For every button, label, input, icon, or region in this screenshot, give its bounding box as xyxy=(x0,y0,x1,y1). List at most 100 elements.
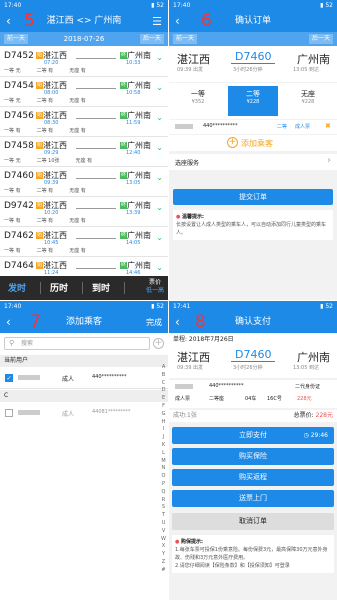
done-button[interactable]: 完成 xyxy=(146,312,162,333)
menu-icon[interactable]: ☰ xyxy=(152,11,162,32)
passenger-name-blurred xyxy=(175,124,193,129)
date-label: 2018-07-26 xyxy=(63,35,105,43)
alphabet-letter[interactable]: V xyxy=(161,528,166,536)
train-row[interactable]: D7452 始湛江西 07:20 终广州南 10:33 ⌄ 一等 无二等 有无座 有 xyxy=(0,47,168,77)
train-row[interactable]: D7456 始湛江西 08:30 终广州南 11:59 ⌄ 一等 有二等 有无座 有 xyxy=(0,107,168,137)
trip-summary: 湛江西 09:39 出发 D7460 3小时26分钟 广州南 13:05 到达 xyxy=(169,346,337,378)
status-bar: 17:40 ▮ 52 xyxy=(169,0,337,11)
alphabet-letter[interactable]: J xyxy=(161,434,166,442)
back-icon[interactable]: ‹ xyxy=(6,312,11,333)
sort-arrival-tab[interactable]: 到时 xyxy=(92,281,110,294)
arrow-line xyxy=(76,148,116,149)
alphabet-letter[interactable]: F xyxy=(161,403,166,411)
alphabet-letter[interactable]: D xyxy=(161,387,166,395)
chevron-down-icon[interactable]: ⌄ xyxy=(156,83,163,92)
chevron-down-icon[interactable]: ⌄ xyxy=(156,263,163,272)
arrival-time: 13:05 xyxy=(126,180,141,186)
train-row[interactable]: D7458 始湛江西 09:29 终广州南 12:40 ⌄ 一等 无二等 10张 无座 有 xyxy=(0,137,168,167)
train-row[interactable]: D7462 始湛江西 10:45 终广州南 14:05 ⌄ 一等 有二等 有无座 有 xyxy=(0,227,168,257)
origin-badge-icon: 始 xyxy=(36,82,43,89)
seat-first-class[interactable]: 一等 ¥352 xyxy=(173,86,223,116)
seat-no-seat[interactable]: 无座 ¥228 xyxy=(283,86,333,116)
alphabet-letter[interactable]: R xyxy=(161,497,166,505)
door-delivery-button[interactable]: 送票上门 xyxy=(172,490,334,507)
chevron-down-icon[interactable]: ⌄ xyxy=(156,113,163,122)
sort-price-tab[interactable]: 票价 低一高 xyxy=(146,279,164,295)
next-day-button[interactable]: 后一天 xyxy=(308,34,333,44)
alphabet-letter[interactable]: N xyxy=(161,465,166,473)
page-title: 添加乘客 xyxy=(65,317,102,327)
passenger-item[interactable]: ✓ 成人 440********** xyxy=(0,367,168,389)
cancel-order-button[interactable]: 取消订单 xyxy=(172,513,334,530)
checkbox-unchecked[interactable] xyxy=(5,409,13,417)
passenger-item[interactable]: 成人 44081********* xyxy=(0,402,168,424)
back-icon[interactable]: ‹ xyxy=(175,312,180,333)
alphabet-letter[interactable]: S xyxy=(161,504,166,512)
seat-service-row[interactable]: 选座服务 › xyxy=(169,154,337,170)
buy-return-button[interactable]: 购买返程 xyxy=(172,469,334,486)
train-list: D7452 始湛江西 07:20 终广州南 10:33 ⌄ 一等 无二等 有无座 有 D745… xyxy=(0,47,168,287)
step-number: 8 xyxy=(195,312,206,332)
total-label: 总票价: xyxy=(293,412,316,419)
buy-insurance-button[interactable]: 购买保险 xyxy=(172,448,334,465)
alphabet-letter[interactable]: A xyxy=(161,364,166,372)
back-icon[interactable]: ‹ xyxy=(175,11,180,32)
chevron-down-icon[interactable]: ⌄ xyxy=(156,53,163,62)
alphabet-letter[interactable]: L xyxy=(161,450,166,458)
add-passenger-row[interactable]: + 添加乘客 xyxy=(169,135,337,151)
alphabet-letter[interactable]: X xyxy=(161,543,166,551)
alphabet-index[interactable]: A B C D E F G H I J K L M N O P Q R S T U V W X Y Z # xyxy=(161,364,166,575)
passenger-type: 成人票 xyxy=(295,124,311,130)
origin-badge-icon: 始 xyxy=(36,232,43,239)
alphabet-letter[interactable]: G xyxy=(161,411,166,419)
arrow-line xyxy=(76,178,116,179)
panel-train-list: 17:40 ▮ 52 ‹ 5 湛江西 <> 广州南 ☰ 前一天 2018-07-2… xyxy=(0,0,168,300)
alphabet-letter[interactable]: B xyxy=(161,372,166,380)
alphabet-letter[interactable]: T xyxy=(161,512,166,520)
alphabet-letter[interactable]: H xyxy=(161,419,166,427)
alphabet-letter[interactable]: W xyxy=(161,536,166,544)
chevron-down-icon[interactable]: ⌄ xyxy=(156,143,163,152)
delete-icon[interactable]: ✖ xyxy=(325,122,331,130)
checkbox-checked[interactable]: ✓ xyxy=(5,374,13,382)
page-title: 湛江西 <> 广州南 xyxy=(46,16,122,26)
arrival-time: 12:40 xyxy=(126,150,141,156)
seat-second-class[interactable]: 二等 ¥228 xyxy=(228,86,278,116)
next-day-button[interactable]: 后一天 xyxy=(139,34,164,44)
alphabet-letter[interactable]: Q xyxy=(161,489,166,497)
alphabet-letter[interactable]: M xyxy=(161,458,166,466)
train-row[interactable]: D7460 始湛江西 09:39 终广州南 13:05 ⌄ 一等 有二等 有无座 有 xyxy=(0,167,168,197)
sort-duration-tab[interactable]: 历时 xyxy=(50,281,68,294)
pay-now-button[interactable]: 立即支付 ◷ 29:46 xyxy=(172,427,334,444)
prev-day-button[interactable]: 前一天 xyxy=(4,34,29,44)
alphabet-letter[interactable]: E xyxy=(161,395,166,403)
terminal-badge-icon: 终 xyxy=(120,172,127,179)
alphabet-letter[interactable]: I xyxy=(161,426,166,434)
add-icon[interactable]: + xyxy=(153,338,164,349)
back-icon[interactable]: ‹ xyxy=(6,11,11,32)
duration: 3小时26分钟 xyxy=(233,67,263,73)
alphabet-letter[interactable]: P xyxy=(161,481,166,489)
passenger-type: 成人 xyxy=(62,376,75,383)
chevron-down-icon[interactable]: ⌄ xyxy=(156,203,163,212)
chevron-down-icon[interactable]: ⌄ xyxy=(156,233,163,242)
alphabet-letter[interactable]: O xyxy=(161,473,166,481)
notice-title: 温馨提示: xyxy=(181,214,204,220)
train-row[interactable]: D9742 始湛江西 10:20 终广州南 13:39 ⌄ 一等 有二等 有无座 有 xyxy=(0,197,168,227)
alphabet-letter[interactable]: Y xyxy=(161,551,166,559)
chevron-down-icon[interactable]: ⌄ xyxy=(156,173,163,182)
alphabet-letter[interactable]: # xyxy=(161,567,166,575)
sort-departure-tab[interactable]: 发时 xyxy=(8,281,26,294)
submit-order-button[interactable]: 提交订单 xyxy=(173,189,333,205)
alphabet-letter[interactable]: K xyxy=(161,442,166,450)
alphabet-letter[interactable]: U xyxy=(161,520,166,528)
insurance-notice: ● 购保提示: 1.每张车票可投保1份乘意险。每份保费3元，最高保障30万元意外… xyxy=(172,535,334,573)
notice: ● 温馨提示: 长按设置让人成人类型的乘车人，可以自动添加同行儿童类型的乘车人。 xyxy=(173,210,333,240)
alphabet-letter[interactable]: C xyxy=(161,380,166,388)
train-row[interactable]: D7454 始湛江西 08:00 终广州南 10:58 ⌄ 一等 无二等 有无座 有 xyxy=(0,77,168,107)
step-number: 6 xyxy=(201,11,212,31)
alphabet-letter[interactable]: Z xyxy=(161,559,166,567)
seat-selector: 一等 ¥352 二等 ¥228 无座 ¥228 xyxy=(169,83,337,119)
search-input[interactable]: ⚲ 搜索 xyxy=(4,337,150,350)
prev-day-button[interactable]: 前一天 xyxy=(173,34,198,44)
